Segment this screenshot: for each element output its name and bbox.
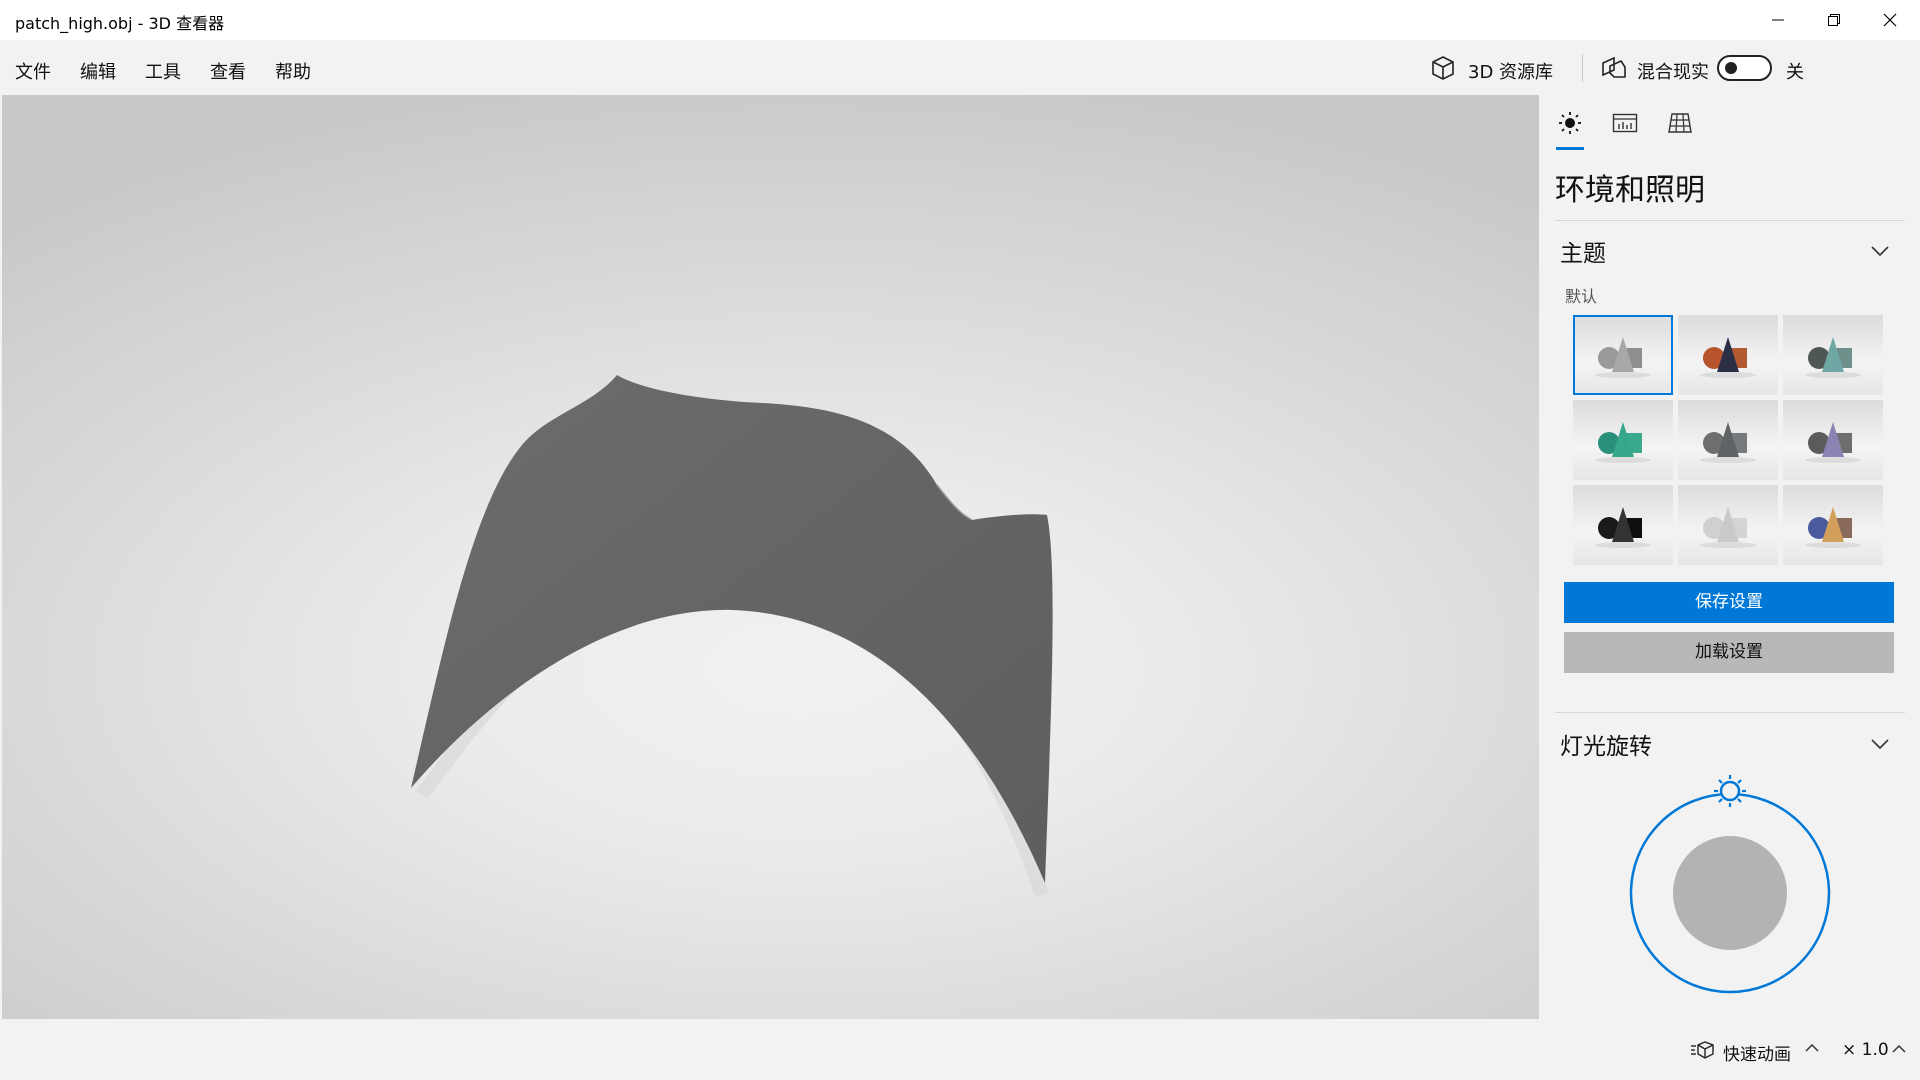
restore-icon [1828, 14, 1840, 26]
minimize-button[interactable] [1750, 0, 1806, 40]
menu-edit[interactable]: 编辑 [80, 58, 116, 84]
chevron-up-icon [1805, 1043, 1819, 1052]
theme-preview-icon [1700, 337, 1756, 378]
theme-thumbnail[interactable] [1573, 485, 1673, 565]
close-icon [1883, 13, 1897, 27]
theme-thumbnail[interactable] [1678, 315, 1778, 395]
grid-icon [1668, 113, 1692, 133]
theme-preview-icon [1805, 507, 1861, 548]
menu-file[interactable]: 文件 [15, 58, 51, 84]
stats-icon [1612, 113, 1638, 133]
model-canvas [411, 375, 1053, 898]
status-bar: 快速动画 × 1.0 [0, 1019, 1920, 1080]
tab-grid[interactable] [1661, 111, 1697, 151]
panel-tabs [1540, 95, 1920, 155]
cube-icon [1432, 56, 1454, 80]
toggle-knob [1725, 62, 1737, 74]
menu-tools[interactable]: 工具 [145, 58, 181, 84]
app-window: patch_high.obj - 3D 查看器 文件 编辑 工具 查看 帮助 3… [0, 0, 1920, 1080]
toggle-state-label: 关 [1786, 62, 1804, 83]
panel-title: 环境和照明 [1555, 173, 1705, 208]
theme-preview-icon [1805, 337, 1861, 378]
quick-animation-label: 快速动画 [1723, 1045, 1791, 1065]
load-settings-button[interactable]: 加载设置 [1564, 632, 1894, 673]
divider [1555, 220, 1905, 221]
title-bar: patch_high.obj - 3D 查看器 [0, 0, 1920, 40]
restore-button[interactable] [1806, 0, 1862, 40]
light-preview-sphere [1673, 836, 1787, 950]
chevron-up-icon[interactable] [1892, 1044, 1906, 1054]
3d-viewport[interactable] [2, 95, 1539, 1019]
save-settings-button[interactable]: 保存设置 [1564, 582, 1894, 623]
toolbar-separator [1582, 54, 1583, 82]
3d-library-label: 3D 资源库 [1468, 62, 1554, 83]
sun-icon [1559, 112, 1581, 134]
divider [1555, 712, 1905, 713]
chevron-down-icon [1871, 739, 1889, 750]
theme-thumbnail[interactable] [1573, 315, 1673, 395]
light-section-title: 灯光旋转 [1560, 734, 1652, 760]
light-sun-handle-icon[interactable] [1714, 775, 1746, 807]
patch-model [411, 375, 1053, 883]
minimize-icon [1772, 19, 1784, 21]
theme-thumbnail[interactable] [1573, 400, 1673, 480]
theme-preview-icon [1805, 422, 1861, 463]
theme-thumbnail[interactable] [1783, 400, 1883, 480]
side-panel: 环境和照明 主题 默认 保存设置 加载设置 灯光旋转 [1540, 95, 1920, 1019]
window-title: patch_high.obj - 3D 查看器 [15, 14, 225, 33]
tab-environment[interactable] [1552, 111, 1588, 151]
menu-help[interactable]: 帮助 [275, 58, 311, 84]
mixed-reality-icon [1602, 56, 1626, 78]
theme-thumbnail[interactable] [1678, 400, 1778, 480]
selected-theme-name: 默认 [1565, 287, 1598, 306]
mixed-reality-toggle[interactable] [1717, 55, 1772, 81]
theme-thumbnail[interactable] [1783, 485, 1883, 565]
light-rotation-dial[interactable] [1625, 775, 1835, 995]
mixed-reality-label: 混合现实 [1637, 62, 1709, 83]
animation-cube-icon [1691, 1041, 1714, 1059]
close-button[interactable] [1862, 0, 1918, 40]
menu-bar: 文件 编辑 工具 查看 帮助 3D 资源库 混合现实 关 [0, 40, 1920, 95]
theme-preview-icon [1595, 337, 1651, 378]
theme-preview-icon [1595, 507, 1651, 548]
animation-speed-label[interactable]: × 1.0 [1842, 1040, 1889, 1060]
tab-stats[interactable] [1606, 111, 1642, 151]
theme-grid [1573, 315, 1883, 568]
theme-thumbnail[interactable] [1783, 315, 1883, 395]
menu-view[interactable]: 查看 [210, 58, 246, 84]
theme-preview-icon [1700, 422, 1756, 463]
theme-preview-icon [1595, 422, 1651, 463]
theme-thumbnail[interactable] [1678, 485, 1778, 565]
chevron-down-icon [1871, 246, 1889, 257]
theme-preview-icon [1700, 507, 1756, 548]
theme-section-title: 主题 [1560, 241, 1606, 267]
